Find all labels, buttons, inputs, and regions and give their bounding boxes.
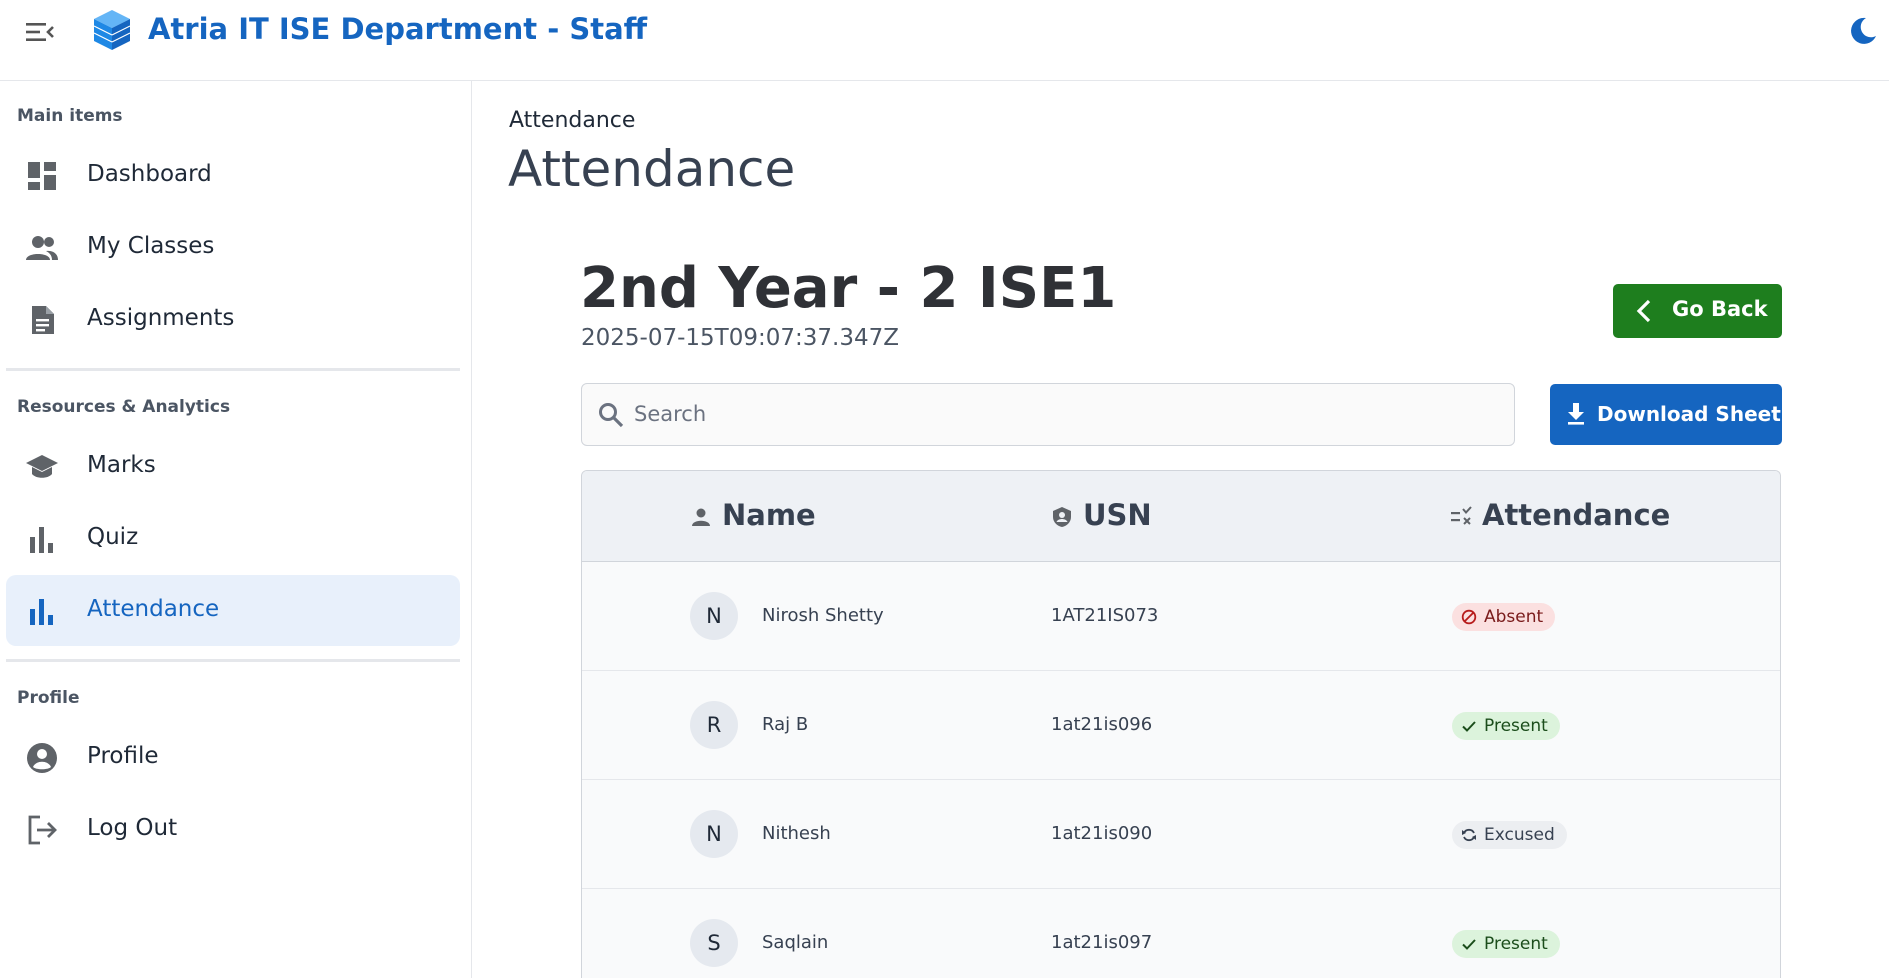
menu-collapse-icon[interactable]: [22, 18, 58, 46]
sync-icon: [1462, 828, 1476, 842]
status-label: Absent: [1484, 607, 1544, 627]
person-icon: [692, 508, 710, 526]
student-name: Saqlain: [762, 932, 829, 953]
go-back-button[interactable]: Go Back: [1613, 284, 1782, 338]
app-title: Atria IT ISE Department - Staff: [148, 12, 648, 46]
student-name: Raj B: [762, 714, 809, 735]
avatar: S: [690, 919, 738, 967]
dashboard-icon: [28, 162, 56, 190]
check-icon: [1462, 721, 1476, 732]
divider: [6, 659, 460, 662]
status-chip-absent[interactable]: Absent: [1452, 603, 1556, 631]
status-label: Present: [1484, 934, 1548, 954]
sidebar-item-log-out[interactable]: Log Out: [6, 794, 460, 865]
search-input[interactable]: [634, 394, 1494, 434]
block-icon: [1461, 609, 1477, 625]
divider: [6, 368, 460, 371]
bar-chart-icon: [30, 527, 53, 553]
attendance-table: Name USN Attendance N Nirosh Shetty 1AT2…: [581, 470, 1781, 978]
table-row[interactable]: R Raj B 1at21is096 Present: [582, 671, 1780, 780]
sidebar-item-dashboard[interactable]: Dashboard: [6, 140, 460, 211]
breadcrumb[interactable]: Attendance: [509, 108, 635, 133]
status-label: Excused: [1484, 825, 1555, 845]
table-header: Name USN Attendance: [582, 471, 1780, 562]
status-chip-excused[interactable]: Excused: [1452, 821, 1567, 849]
column-header-label: Attendance: [1482, 498, 1671, 532]
sidebar-item-profile[interactable]: Profile: [6, 722, 460, 793]
logout-icon: [28, 815, 57, 845]
student-usn: 1at21is096: [1051, 714, 1153, 735]
sidebar-item-my-classes[interactable]: My Classes: [6, 212, 460, 283]
student-usn: 1AT21IS073: [1051, 605, 1159, 626]
sidebar-item-label: My Classes: [87, 233, 215, 259]
chevron-left-icon: [1636, 299, 1651, 323]
student-usn: 1at21is097: [1051, 932, 1153, 953]
session-timestamp: 2025-07-15T09:07:37.347Z: [581, 325, 899, 351]
search-field[interactable]: [581, 383, 1515, 446]
sidebar: Main items Dashboard My Classes Assignme…: [0, 81, 472, 978]
school-icon: [26, 455, 58, 478]
sidebar-item-marks[interactable]: Marks: [6, 431, 460, 502]
download-icon: [1568, 403, 1584, 425]
check-icon: [1462, 939, 1476, 950]
student-name: Nithesh: [762, 823, 831, 844]
avatar: R: [690, 701, 738, 749]
sidebar-item-label: Profile: [87, 743, 159, 769]
table-row[interactable]: N Nithesh 1at21is090 Excused: [582, 780, 1780, 889]
sidebar-item-label: Assignments: [87, 305, 235, 331]
search-icon: [599, 403, 624, 428]
section-label-main-items: Main items: [17, 106, 123, 126]
table-row[interactable]: N Nirosh Shetty 1AT21IS073 Absent: [582, 562, 1780, 671]
sidebar-item-label: Attendance: [87, 596, 220, 622]
download-sheet-button[interactable]: Download Sheet: [1550, 384, 1782, 445]
avatar: N: [690, 592, 738, 640]
sidebar-item-attendance[interactable]: Attendance: [6, 575, 460, 646]
go-back-label: Go Back: [1672, 297, 1768, 321]
section-label-profile: Profile: [17, 688, 80, 708]
column-header-label: USN: [1083, 498, 1152, 532]
status-chip-present[interactable]: Present: [1452, 930, 1560, 958]
table-row[interactable]: S Saqlain 1at21is097 Present: [582, 889, 1780, 978]
bar-chart-icon: [30, 599, 53, 625]
status-label: Present: [1484, 716, 1548, 736]
student-usn: 1at21is090: [1051, 823, 1153, 844]
section-label-resources: Resources & Analytics: [17, 397, 231, 417]
cube-logo-icon: [92, 8, 132, 52]
class-title: 2nd Year - 2 ISE1: [580, 256, 1117, 321]
sidebar-item-label: Log Out: [87, 815, 178, 841]
account-circle-icon: [27, 743, 57, 773]
student-name: Nirosh Shetty: [762, 605, 884, 626]
dark-mode-moon-icon[interactable]: [1846, 14, 1880, 48]
sidebar-item-assignments[interactable]: Assignments: [6, 284, 460, 355]
top-app-bar: Atria IT ISE Department - Staff: [0, 0, 1889, 81]
page-title: Attendance: [508, 140, 796, 198]
avatar: N: [690, 810, 738, 858]
sidebar-item-quiz[interactable]: Quiz: [6, 503, 460, 574]
badge-icon: [1053, 507, 1071, 527]
sidebar-item-label: Quiz: [87, 524, 139, 550]
sidebar-item-label: Marks: [87, 452, 156, 478]
download-sheet-label: Download Sheet: [1597, 402, 1781, 426]
sidebar-item-label: Dashboard: [87, 161, 212, 187]
column-header-label: Name: [722, 498, 816, 532]
document-icon: [32, 306, 54, 334]
checklist-icon: [1451, 506, 1472, 525]
status-chip-present[interactable]: Present: [1452, 712, 1560, 740]
people-icon: [26, 236, 58, 260]
